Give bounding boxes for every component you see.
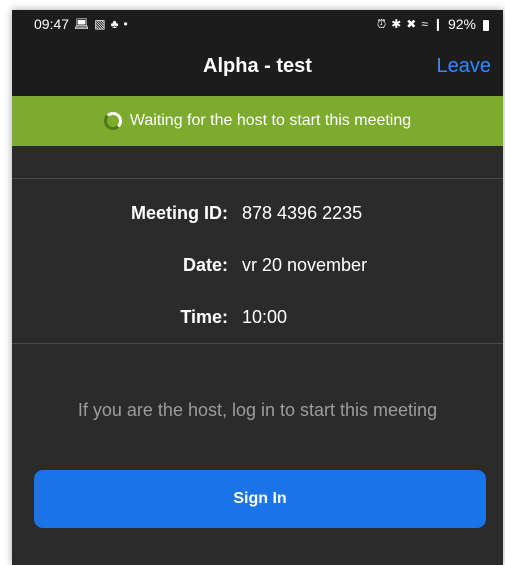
sign-in-button[interactable]: Sign In: [34, 470, 486, 528]
alarm-icon: ⏰︎: [376, 17, 387, 31]
date-label: Date:: [182, 254, 228, 275]
meeting-id-value: 878 4396 2235: [242, 202, 363, 223]
bluetooth-icon: ✱: [391, 17, 402, 31]
image-icon: ▧: [94, 17, 106, 31]
time-label: Time:: [180, 306, 228, 327]
mute-icon: ✖: [406, 17, 417, 31]
battery-icon: [483, 19, 489, 31]
meeting-details: Meeting ID: 878 4396 2235 Date: vr 20 no…: [12, 179, 503, 343]
leave-button[interactable]: Leave: [437, 55, 492, 78]
battery-percent: 92%: [447, 16, 476, 32]
time-value: 10:00: [242, 306, 288, 327]
waiting-banner: Waiting for the host to start this meeti…: [12, 96, 503, 146]
snapchat-icon: ♣: [110, 17, 119, 31]
date-row: Date: vr 20 november: [12, 239, 503, 291]
signal-icon: ❙: [432, 17, 443, 31]
phone-screen: 09:47 💻︎ ▧ ♣ • ⏰︎ ✱ ✖ ≈ ❙ 92% Alpha - te…: [12, 10, 503, 565]
dot-icon: •: [123, 17, 128, 31]
host-message: If you are the host, log in to start thi…: [77, 400, 438, 420]
meeting-header: Alpha - test Leave: [12, 38, 503, 96]
meeting-id-label: Meeting ID:: [131, 202, 228, 223]
spacer: [12, 146, 503, 178]
meeting-title: Alpha - test: [203, 55, 312, 77]
meeting-id-row: Meeting ID: 878 4396 2235: [12, 187, 503, 239]
date-value: vr 20 november: [242, 254, 368, 275]
status-bar: 09:47 💻︎ ▧ ♣ • ⏰︎ ✱ ✖ ≈ ❙ 92%: [12, 10, 503, 38]
divider-bottom: [12, 343, 503, 344]
status-bar-right: ⏰︎ ✱ ✖ ≈ ❙ 92%: [377, 16, 489, 32]
wifi-icon: ≈: [421, 17, 428, 31]
banner-text: Waiting for the host to start this meeti…: [129, 112, 412, 129]
time-row: Time: 10:00: [12, 291, 503, 343]
status-bar-left: 09:47 💻︎ ▧ ♣ •: [34, 16, 128, 32]
status-time: 09:47: [34, 16, 70, 32]
laptop-icon: 💻︎: [74, 17, 90, 31]
loading-spinner-icon: [103, 112, 122, 130]
